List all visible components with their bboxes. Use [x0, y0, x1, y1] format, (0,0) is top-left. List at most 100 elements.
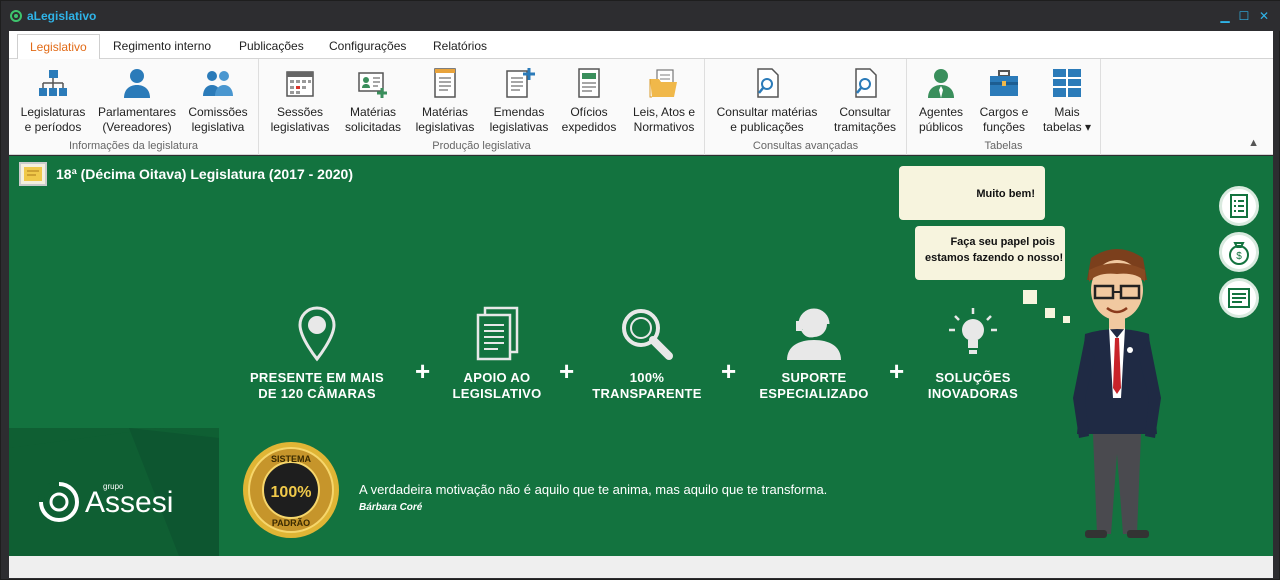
emendas-label: Emendas legislativas: [489, 105, 549, 134]
seal-top-text: SISTEMA: [271, 454, 312, 464]
motivation-quote: A verdadeira motivação não é aquilo que …: [359, 482, 828, 497]
calendar-icon: [286, 71, 314, 97]
document-add-icon: [506, 68, 535, 98]
group-icon: [203, 71, 233, 96]
plus-symbol: +: [559, 356, 575, 386]
document-icon: [434, 68, 456, 98]
search-document-icon: [855, 68, 877, 98]
lightbulb-icon: [949, 308, 997, 354]
comissoes-label: Comissões legislativa: [188, 105, 248, 134]
group-label-tabelas: Tabelas: [984, 140, 1023, 152]
finance-side-button[interactable]: $: [1219, 232, 1259, 272]
svg-text:$: $: [1236, 251, 1242, 262]
consultar-materias-button[interactable]: Consultar matérias e publicações: [711, 63, 823, 137]
tab-regimento-interno[interactable]: Regimento interno: [101, 34, 223, 59]
location-pin-icon: [298, 306, 336, 362]
cargos-funcoes-button[interactable]: Cargos e funções: [973, 63, 1035, 137]
news-side-button[interactable]: [1219, 278, 1259, 318]
id-card-add-icon: [358, 72, 387, 98]
assesi-logo-icon: [38, 481, 79, 522]
quote-author: Bárbara Coré: [359, 502, 423, 513]
search-document-icon: [757, 68, 779, 98]
newspaper-icon: [1228, 288, 1250, 308]
materias-legislativas-label: Matérias legislativas: [415, 105, 475, 134]
oficios-label: Ofícios expedidos: [561, 105, 617, 134]
consultar-tramitacoes-label: Consultar tramitações: [833, 105, 897, 134]
maximize-icon[interactable]: ☐: [1235, 7, 1253, 25]
agentes-publicos-button[interactable]: Agentes públicos: [913, 63, 969, 137]
agentes-publicos-label: Agentes públicos: [918, 105, 964, 134]
consultar-tramitacoes-button[interactable]: Consultar tramitações: [827, 63, 903, 137]
feature-support-legislative: APOIO AO LEGISLATIVO: [437, 306, 557, 402]
close-icon[interactable]: ✕: [1255, 7, 1273, 25]
feature-presence-label: PRESENTE EM MAIS DE 120 CÂMARAS: [249, 370, 385, 401]
feature-innovative-label: SOLUÇÕES INOVADORAS: [927, 370, 1019, 401]
group-label-producao: Produção legislativa: [432, 140, 531, 152]
ribbon-toolbar: Legislaturas e períodos Parlamentares (V…: [9, 59, 1273, 155]
feature-transparent: 100% TRANSPARENTE: [583, 306, 711, 402]
ribbon-tab-bar: Legislativo Regimento interno Publicaçõe…: [9, 31, 1273, 59]
sessoes-button[interactable]: Sessões legislativas: [267, 63, 333, 137]
org-chart-icon: [39, 70, 67, 96]
group-producao-legislativa: Sessões legislativas Matérias solicitada…: [259, 59, 705, 155]
tab-publicacoes[interactable]: Publicações: [227, 34, 316, 59]
headset-support-icon: [787, 308, 841, 360]
folder-icon: [649, 69, 677, 98]
feature-presence: PRESENTE EM MAIS DE 120 CÂMARAS: [247, 306, 387, 402]
dashboard-panel: 18ª (Décima Oitava) Legislatura (2017 - …: [9, 156, 1273, 556]
money-bag-icon: $: [1229, 242, 1249, 265]
title-bar: aLegislativo ▁ ☐ ✕: [1, 1, 1280, 31]
legislaturas-button[interactable]: Legislaturas e períodos: [15, 63, 91, 137]
mais-tabelas-button[interactable]: Mais tabelas ▾: [1039, 63, 1095, 137]
leis-atos-button[interactable]: Leis, Atos e Normativos: [627, 63, 701, 137]
mais-tabelas-label: Mais tabelas ▾: [1042, 105, 1092, 134]
briefcase-icon: [990, 70, 1018, 96]
tab-relatorios[interactable]: Relatórios: [421, 34, 499, 59]
parlamentares-button[interactable]: Parlamentares (Vereadores): [97, 63, 177, 137]
brand-band: grupo Assesi: [9, 428, 219, 556]
comissoes-button[interactable]: Comissões legislativa: [181, 63, 255, 137]
speech-bubble-muito-bem: Muito bem!: [899, 166, 1045, 220]
legislature-icon[interactable]: [19, 162, 47, 186]
legislaturas-label: Legislaturas e períodos: [20, 105, 86, 134]
tab-legislativo[interactable]: Legislativo: [17, 34, 100, 59]
parlamentares-label: Parlamentares (Vereadores): [97, 105, 177, 134]
legislature-title: 18ª (Décima Oitava) Legislatura (2017 - …: [56, 166, 353, 182]
feature-support-label: APOIO AO LEGISLATIVO: [452, 370, 542, 401]
checklist-side-button[interactable]: [1219, 186, 1259, 226]
group-informacoes-legislatura: Legislaturas e períodos Parlamentares (V…: [9, 59, 259, 155]
group-tabelas: Agentes públicos Cargos e funções Mais t…: [907, 59, 1101, 155]
table-icon: [1053, 69, 1081, 97]
materias-solicitadas-button[interactable]: Matérias solicitadas: [339, 63, 407, 137]
feature-specialized-support: SUPORTE ESPECIALIZADO: [747, 306, 881, 402]
app-logo-icon: [10, 10, 22, 22]
checklist-icon: [1230, 194, 1248, 218]
leis-atos-label: Leis, Atos e Normativos: [632, 105, 696, 134]
group-label-consultas: Consultas avançadas: [752, 140, 859, 152]
materias-solicitadas-label: Matérias solicitadas: [344, 105, 402, 134]
brand-name: Assesi: [85, 486, 174, 519]
form-icon: [578, 68, 600, 98]
collapse-ribbon-icon[interactable]: ▲: [1248, 137, 1259, 149]
tab-configuracoes[interactable]: Configurações: [317, 34, 418, 59]
feature-innovative-solutions: SOLUÇÕES INOVADORAS: [913, 306, 1033, 402]
agent-icon: [928, 69, 954, 98]
oficios-button[interactable]: Ofícios expedidos: [559, 63, 619, 137]
window-title: aLegislativo: [27, 9, 97, 23]
mascot-character: [1073, 249, 1161, 538]
cargos-funcoes-label: Cargos e funções: [979, 105, 1029, 134]
plus-symbol: +: [889, 356, 905, 386]
seal-bottom-text: PADRÃO: [272, 518, 310, 528]
minimize-icon[interactable]: ▁: [1216, 7, 1234, 25]
magnifier-icon: [622, 309, 673, 360]
materias-legislativas-button[interactable]: Matérias legislativas: [411, 63, 479, 137]
speech-bubble-faca-seu-papel: Faça seu papel pois estamos fazendo o no…: [915, 226, 1065, 280]
consultar-materias-label: Consultar matérias e publicações: [716, 105, 818, 134]
emendas-button[interactable]: Emendas legislativas: [485, 63, 553, 137]
quality-seal-icon: 100% SISTEMA PADRÃO: [243, 442, 339, 538]
app-window: aLegislativo ▁ ☐ ✕ Legislativo Regimento…: [0, 0, 1280, 580]
thought-dot: [1023, 290, 1037, 304]
person-icon: [124, 69, 150, 98]
seal-center-text: 100%: [271, 484, 312, 501]
group-consultas-avancadas: Consultar matérias e publicações Consult…: [705, 59, 907, 155]
